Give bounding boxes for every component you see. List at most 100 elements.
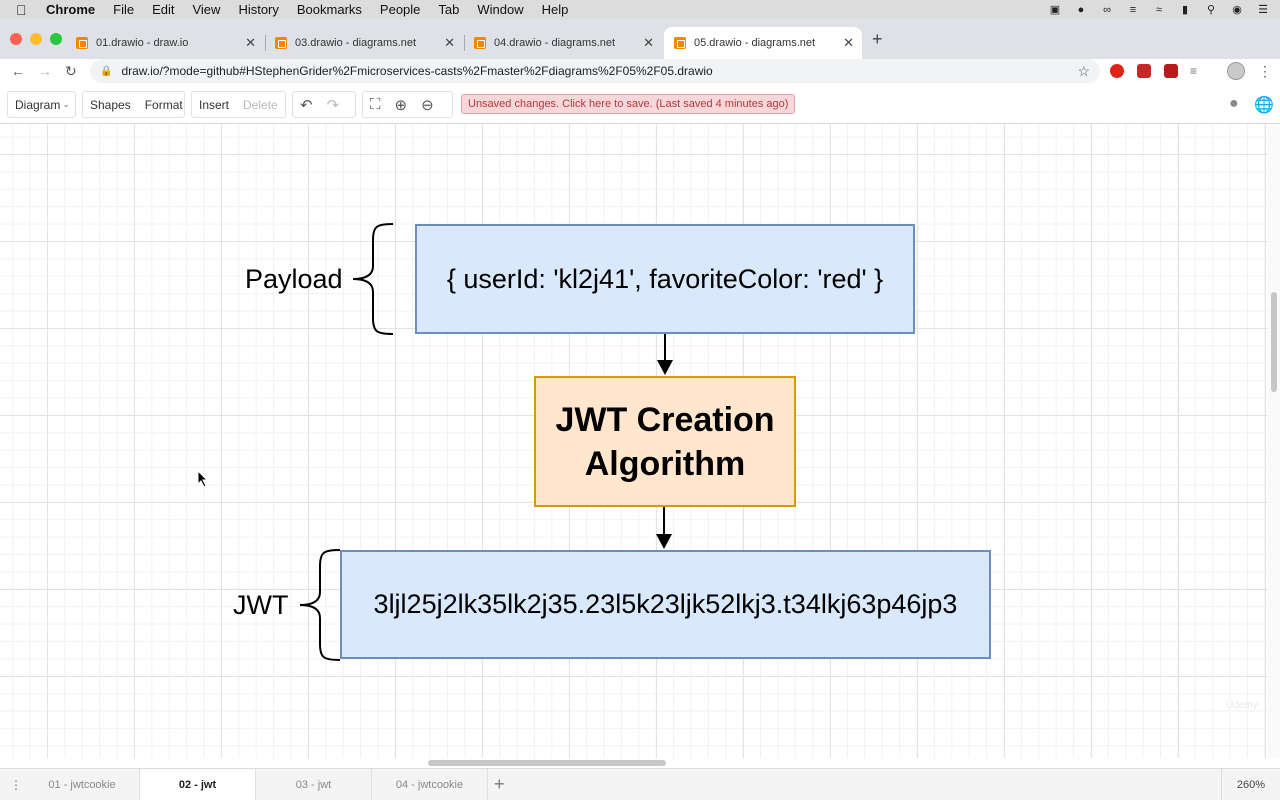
jwt-brace[interactable] xyxy=(292,548,344,662)
jwt-label[interactable]: JWT xyxy=(233,590,288,621)
menu-help[interactable]: Help xyxy=(542,2,569,17)
browser-tabbar: 01.drawio - draw.io ✕ 03.drawio - diagra… xyxy=(0,19,1280,59)
insert-button[interactable]: Insert xyxy=(192,98,236,112)
battery-icon[interactable]: ▮ xyxy=(1178,4,1192,16)
close-icon[interactable]: ✕ xyxy=(444,35,455,51)
jwt-token-text: 3ljl25j2lk35lk2j35.23l5k23ljk52lkj3.t34l… xyxy=(373,589,958,619)
vertical-scrollbar[interactable] xyxy=(1268,124,1280,758)
menu-bookmarks[interactable]: Bookmarks xyxy=(297,2,362,17)
page-tab[interactable]: 01 - jwtcookie xyxy=(25,769,140,800)
view-group: ⛶ ⊕ ⊖ xyxy=(362,91,453,118)
add-page-plus-icon[interactable]: + xyxy=(494,774,505,795)
notification-list-icon[interactable]: ☰ xyxy=(1256,4,1270,16)
shapes-button[interactable]: Shapes xyxy=(83,98,138,112)
horizontal-scroll-thumb[interactable] xyxy=(428,760,666,766)
address-bar-row: ← → ↻ 🔒 draw.io/?mode=github#HStephenGri… xyxy=(0,59,1280,86)
pages-menu-icon[interactable]: ⋮ xyxy=(10,778,22,792)
delete-button[interactable]: Delete xyxy=(236,98,285,112)
drawio-toolbar: Diagram ⌄ Shapes Format Insert Delete ↶ … xyxy=(0,86,1280,124)
unsaved-changes-button[interactable]: Unsaved changes. Click here to save. (La… xyxy=(461,94,796,114)
menu-people[interactable]: People xyxy=(380,2,420,17)
vertical-scroll-thumb[interactable] xyxy=(1271,292,1277,392)
red-circle-icon[interactable]: ● xyxy=(1074,4,1088,16)
bookmark-star-icon[interactable]: ☆ xyxy=(1077,63,1090,80)
arrow-algorithm-to-jwt[interactable] xyxy=(651,507,677,550)
menu-edit[interactable]: Edit xyxy=(152,2,174,17)
browser-menu-icon[interactable]: ⋮ xyxy=(1258,63,1272,80)
drawio-favicon-icon xyxy=(76,37,88,49)
profile-avatar[interactable] xyxy=(1227,62,1245,80)
address-bar[interactable]: 🔒 draw.io/?mode=github#HStephenGrider%2F… xyxy=(90,59,1100,83)
browser-tab[interactable]: 03.drawio - diagrams.net ✕ xyxy=(265,27,463,59)
reader-extension-icon[interactable]: ≡ xyxy=(1190,64,1204,78)
tab-title: 03.drawio - diagrams.net xyxy=(295,37,417,49)
menu-app-chrome[interactable]: Chrome xyxy=(46,2,95,17)
forward-arrow-icon[interactable]: → xyxy=(38,63,52,79)
tab-title: 01.drawio - draw.io xyxy=(96,37,189,49)
search-icon[interactable]: ⚲ xyxy=(1204,4,1218,16)
close-window-button[interactable] xyxy=(10,33,22,45)
tab-title: 05.drawio - diagrams.net xyxy=(694,37,816,49)
redo-icon[interactable]: ↷ xyxy=(320,96,347,114)
siri-icon[interactable]: ◉ xyxy=(1230,4,1244,16)
menu-history[interactable]: History xyxy=(238,2,278,17)
extension-icon[interactable] xyxy=(1137,64,1151,78)
menubar-status-icons: ▣ ● ∞ ≡ ≈ ▮ ⚲ ◉ ☰ xyxy=(1048,0,1270,19)
minimize-window-button[interactable] xyxy=(30,33,42,45)
lock-icon[interactable]: 🔒 xyxy=(100,66,112,77)
diagram-canvas[interactable]: Payload { userId: 'kl2j41', favoriteColo… xyxy=(0,124,1268,758)
page-tabs-bar: ⋮ 01 - jwtcookie 02 - jwt 03 - jwt 04 - … xyxy=(0,768,1280,800)
url-text[interactable]: draw.io/?mode=github#HStephenGrider%2Fmi… xyxy=(121,64,712,78)
payload-text: { userId: 'kl2j41', favoriteColor: 'red'… xyxy=(446,263,884,294)
arrow-payload-to-algorithm[interactable] xyxy=(652,334,678,376)
browser-tab[interactable]: 01.drawio - draw.io ✕ xyxy=(66,27,264,59)
payload-brace[interactable] xyxy=(345,222,397,336)
page-tab-label: 02 - jwt xyxy=(178,779,217,791)
close-icon[interactable]: ✕ xyxy=(245,35,256,51)
diagram-menu[interactable]: Diagram ⌄ xyxy=(7,91,76,118)
page-tab[interactable]: 03 - jwt xyxy=(256,769,372,800)
glasses-icon[interactable]: ∞ xyxy=(1100,4,1114,16)
menu-window[interactable]: Window xyxy=(477,2,523,17)
window-controls xyxy=(10,33,62,45)
new-tab-plus-icon[interactable]: + xyxy=(872,29,883,50)
bars-icon[interactable]: ≡ xyxy=(1126,4,1140,16)
payload-box[interactable]: { userId: 'kl2j41', favoriteColor: 'red'… xyxy=(415,224,915,334)
wifi-icon[interactable]: ≈ xyxy=(1152,4,1166,16)
macos-menubar:  Chrome File Edit View History Bookmark… xyxy=(0,0,1280,19)
payload-label[interactable]: Payload xyxy=(245,264,343,295)
adblock-extension-icon[interactable] xyxy=(1110,64,1124,78)
zoom-level[interactable]: 260% xyxy=(1221,769,1280,800)
algorithm-line-1: JWT Creation xyxy=(555,400,775,439)
menu-file[interactable]: File xyxy=(113,2,134,17)
undo-icon[interactable]: ↶ xyxy=(293,96,320,114)
page-tab-label: 01 - jwtcookie xyxy=(48,779,116,791)
chevron-down-icon: ⌄ xyxy=(62,99,70,109)
close-icon[interactable]: ✕ xyxy=(643,35,654,51)
user-icon[interactable]: ● xyxy=(1229,95,1239,113)
diagram-menu-label[interactable]: Diagram xyxy=(8,98,67,112)
reload-icon[interactable]: ↻ xyxy=(65,63,77,80)
panels-group: Shapes Format xyxy=(82,91,185,118)
jwt-algorithm-box[interactable]: JWT Creation Algorithm xyxy=(534,376,796,507)
back-arrow-icon[interactable]: ← xyxy=(11,63,25,79)
menu-view[interactable]: View xyxy=(192,2,220,17)
drawio-favicon-icon xyxy=(275,37,287,49)
page-tab-active[interactable]: 02 - jwt xyxy=(140,769,256,800)
docker-icon[interactable]: ▣ xyxy=(1048,4,1062,16)
jwt-token-box[interactable]: 3ljl25j2lk35lk2j35.23l5k23ljk52lkj3.t34l… xyxy=(340,550,991,659)
edit-group: Insert Delete xyxy=(191,91,286,118)
browser-tab-active[interactable]: 05.drawio - diagrams.net ✕ xyxy=(664,27,862,59)
page-tab[interactable]: 04 - jwtcookie xyxy=(372,769,488,800)
ublock-extension-icon[interactable] xyxy=(1164,64,1178,78)
fullscreen-window-button[interactable] xyxy=(50,33,62,45)
language-globe-icon[interactable]: 🌐 xyxy=(1254,95,1274,115)
close-icon[interactable]: ✕ xyxy=(843,35,854,51)
browser-tab[interactable]: 04.drawio - diagrams.net ✕ xyxy=(464,27,662,59)
menu-tab[interactable]: Tab xyxy=(438,2,459,17)
format-button[interactable]: Format xyxy=(138,98,190,112)
zoom-in-icon[interactable]: ⊕ xyxy=(388,96,415,114)
apple-icon[interactable]:  xyxy=(16,2,32,18)
zoom-out-icon[interactable]: ⊖ xyxy=(414,96,441,114)
fit-page-icon[interactable]: ⛶ xyxy=(363,96,388,113)
